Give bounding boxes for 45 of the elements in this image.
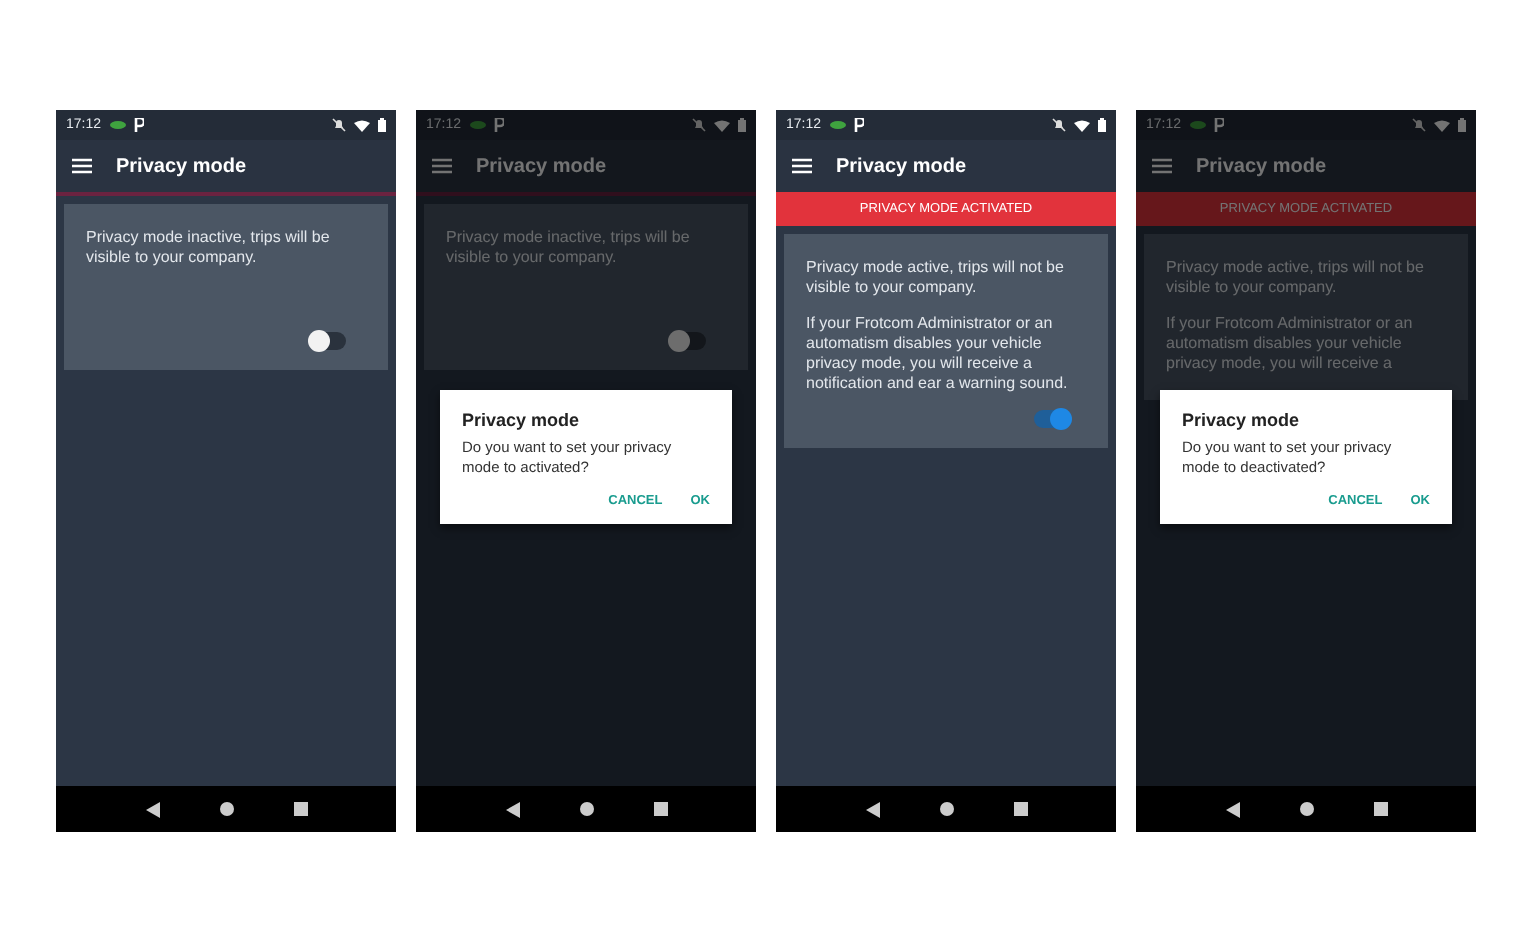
info-text: If your Frotcom Administrator or an automatism disables your vehicle privacy mode, you will receive a <box>1166 314 1415 374</box>
app-bar-title: Privacy mode <box>116 155 247 177</box>
home-icon[interactable] <box>579 802 593 816</box>
parking-icon <box>1213 118 1224 132</box>
wifi-icon <box>714 119 730 131</box>
battery-icon <box>1458 118 1466 132</box>
info-text: Privacy mode inactive, trips will be visible to your company. <box>446 228 692 268</box>
parking-icon <box>493 118 504 132</box>
wifi-icon <box>1074 119 1090 131</box>
menu-icon[interactable] <box>792 158 812 174</box>
info-text: Privacy mode inactive, trips will be visible to your company. <box>86 228 332 268</box>
muted-bell-icon <box>692 118 706 132</box>
home-icon[interactable] <box>939 802 953 816</box>
back-icon[interactable] <box>145 801 159 817</box>
home-icon[interactable] <box>219 802 233 816</box>
info-text: Privacy mode active, trips will not be visible to your company. <box>1166 258 1426 298</box>
muted-bell-icon <box>1412 118 1426 132</box>
wifi-icon <box>354 119 370 131</box>
privacy-toggle[interactable] <box>1034 410 1066 428</box>
back-icon[interactable] <box>505 801 519 817</box>
privacy-toggle[interactable] <box>674 332 706 350</box>
info-text: Privacy mode active, trips will not be visible to your company. <box>806 258 1066 298</box>
recents-icon[interactable] <box>653 802 667 816</box>
dialog-title: Privacy mode <box>462 410 582 430</box>
recents-icon[interactable] <box>1013 802 1027 816</box>
menu-icon[interactable] <box>72 158 92 174</box>
muted-bell-icon <box>1052 118 1066 132</box>
battery-icon <box>378 118 386 132</box>
app-bar-title: Privacy mode <box>476 155 607 177</box>
muted-bell-icon <box>332 118 346 132</box>
recents-icon[interactable] <box>293 802 307 816</box>
privacy-toggle[interactable] <box>314 332 346 350</box>
wifi-icon <box>1434 119 1450 131</box>
back-icon[interactable] <box>1225 801 1239 817</box>
app-bar-title: Privacy mode <box>1196 155 1327 177</box>
dialog-title: Privacy mode <box>1182 410 1302 430</box>
parking-icon <box>133 118 144 132</box>
parking-icon <box>853 118 864 132</box>
back-icon[interactable] <box>865 801 879 817</box>
info-text: If your Frotcom Administrator or an automatism disables your vehicle privacy mode, you will receive a notification and ear a warning sound. <box>806 314 1070 394</box>
battery-icon <box>1098 118 1106 132</box>
battery-icon <box>738 118 746 132</box>
app-bar-title: Privacy mode <box>836 155 967 177</box>
recents-icon[interactable] <box>1373 802 1387 816</box>
home-icon[interactable] <box>1299 802 1313 816</box>
